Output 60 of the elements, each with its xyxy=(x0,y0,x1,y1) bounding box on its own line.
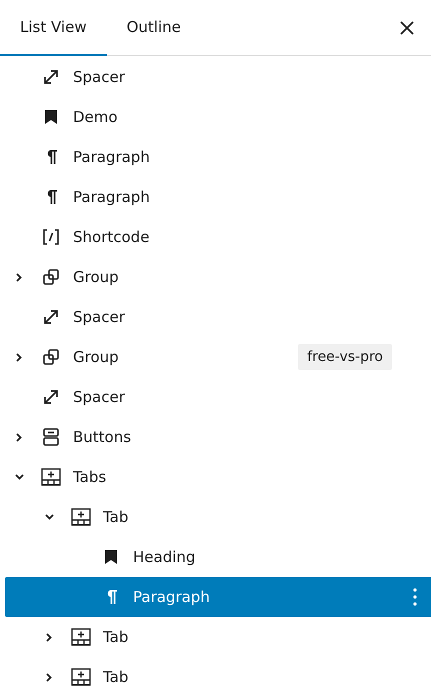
anchor-tag: free-vs-pro xyxy=(298,344,392,370)
list-item[interactable]: Heading xyxy=(5,537,431,577)
tab[interactable]: List View xyxy=(0,0,107,56)
brackets-icon xyxy=(43,229,59,245)
chevron-right-icon[interactable] xyxy=(16,432,22,442)
item-label: Group xyxy=(73,268,119,286)
stacked-bars-icon xyxy=(43,428,59,446)
pilcrow-icon xyxy=(106,590,116,604)
item-label: Tab xyxy=(103,508,128,526)
list-item[interactable]: Group free-vs-pro xyxy=(5,337,431,377)
resize-arrow-icon xyxy=(44,70,58,84)
item-label: Buttons xyxy=(73,428,132,446)
chevron-right-icon[interactable] xyxy=(16,352,22,362)
item-label: Spacer xyxy=(73,308,125,326)
item-label: Paragraph xyxy=(73,188,150,206)
chevron-right-icon[interactable] xyxy=(16,272,22,282)
list-item[interactable]: Group xyxy=(5,257,431,297)
list-item[interactable]: Tab xyxy=(5,617,431,657)
item-label: Spacer xyxy=(73,388,125,406)
item-label: Paragraph xyxy=(133,588,210,606)
list-item[interactable]: Spacer xyxy=(5,297,431,337)
tab[interactable]: Outline xyxy=(106,0,201,56)
list-item[interactable]: Paragraph xyxy=(5,137,431,177)
list-item[interactable]: Spacer xyxy=(5,377,431,417)
item-label: Heading xyxy=(133,548,196,566)
list-item[interactable]: Paragraph xyxy=(5,577,431,617)
item-label: Shortcode xyxy=(73,228,150,246)
resize-arrow-icon xyxy=(44,310,58,324)
chevron-right-icon[interactable] xyxy=(46,672,52,682)
item-label: Demo xyxy=(73,108,118,126)
item-label: Spacer xyxy=(73,68,125,86)
stacked-squares-icon xyxy=(43,349,59,365)
list-item[interactable]: Shortcode xyxy=(5,217,431,257)
bookmark-icon xyxy=(45,110,57,124)
table-plus-icon xyxy=(71,508,91,526)
list-item[interactable]: Tabs xyxy=(5,457,431,497)
table-plus-icon xyxy=(71,628,91,646)
pilcrow-icon xyxy=(46,150,56,164)
list-item[interactable]: Buttons xyxy=(5,417,431,457)
close-icon xyxy=(399,20,415,36)
list-item[interactable]: Spacer xyxy=(5,57,431,97)
chevron-down-icon[interactable] xyxy=(44,514,54,520)
chevron-down-icon[interactable] xyxy=(14,474,24,480)
item-label: Tab xyxy=(103,668,128,686)
item-label: Tabs xyxy=(73,468,106,486)
chevron-right-icon[interactable] xyxy=(46,632,52,642)
list-item[interactable]: Demo xyxy=(5,97,431,137)
item-label: Tab xyxy=(103,628,128,646)
table-plus-icon xyxy=(71,668,91,686)
pilcrow-icon xyxy=(46,190,56,204)
list-item[interactable]: Paragraph xyxy=(5,177,431,217)
more-options-icon[interactable] xyxy=(413,588,417,606)
bookmark-icon xyxy=(105,550,117,564)
list-item[interactable]: Tab xyxy=(5,497,431,537)
stacked-squares-icon xyxy=(43,269,59,285)
list-item[interactable]: Tab xyxy=(5,657,431,696)
item-label: Paragraph xyxy=(73,148,150,166)
item-label: Group xyxy=(73,348,119,366)
table-plus-icon xyxy=(41,468,61,486)
resize-arrow-icon xyxy=(44,390,58,404)
